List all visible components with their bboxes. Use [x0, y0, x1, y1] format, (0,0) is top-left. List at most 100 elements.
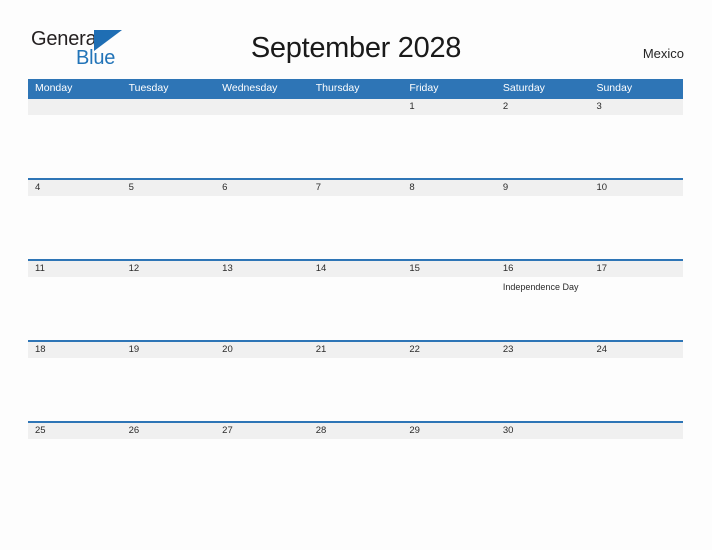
calendar-day-cell[interactable]: 3 [589, 99, 684, 178]
calendar-day-cell[interactable]: 15 [402, 261, 496, 340]
day-number: 11 [35, 263, 45, 274]
day-number: 20 [222, 344, 233, 355]
day-number-band: 19 [121, 342, 216, 358]
calendar-day-cell[interactable]: 19 [121, 342, 216, 421]
day-number-band: 11 [28, 261, 122, 277]
day-number: 9 [502, 182, 509, 193]
day-number-band [589, 423, 684, 439]
day-number-band: 1 [402, 99, 496, 115]
day-number-band: 15 [402, 261, 496, 277]
calendar-day-cell[interactable]: 21 [308, 342, 403, 421]
day-number-band: 21 [308, 342, 403, 358]
day-number: 5 [128, 182, 134, 193]
calendar-day-cell[interactable]: 28 [308, 423, 403, 502]
day-number-band: 28 [308, 423, 403, 439]
day-number: 14 [315, 263, 327, 274]
day-number-band: 3 [589, 99, 684, 115]
country-label: Mexico [642, 46, 684, 61]
day-number-band: 6 [215, 180, 309, 196]
calendar-day-cell-empty [589, 423, 684, 502]
calendar-day-cell[interactable]: 24 [589, 342, 684, 421]
day-number-band: 27 [215, 423, 309, 439]
day-number-band: 22 [402, 342, 496, 358]
calendar-day-cell[interactable]: 7 [308, 180, 403, 259]
calendar-day-cell[interactable]: 17 [589, 261, 684, 340]
day-number-band [28, 99, 122, 115]
calendar-day-cell[interactable]: 5 [121, 180, 216, 259]
day-number-band: 10 [589, 180, 684, 196]
calendar-day-cell[interactable]: 23 [495, 342, 590, 421]
calendar-week-row: 25 26 27 28 29 30 [28, 421, 684, 502]
calendar-day-cell[interactable]: 30 [495, 423, 590, 502]
day-number: 27 [222, 425, 233, 436]
day-number-band: 7 [308, 180, 403, 196]
day-number: 6 [222, 182, 228, 193]
weekday-header-saturday: Saturday [502, 82, 545, 94]
calendar-day-cell-empty [215, 99, 309, 178]
weekday-header-monday: Monday [35, 82, 73, 94]
calendar-day-cell[interactable]: 14 [308, 261, 403, 340]
calendar-day-cell[interactable]: 29 [402, 423, 496, 502]
weekday-header-friday: Friday [409, 82, 439, 94]
calendar-week-row: 4 5 6 7 8 9 10 [28, 178, 684, 259]
calendar-day-cell[interactable]: 2 [495, 99, 590, 178]
calendar-day-cell[interactable]: 18 [28, 342, 122, 421]
calendar-day-cell[interactable]: 8 [402, 180, 496, 259]
day-number-band: 14 [308, 261, 403, 277]
calendar-day-cell[interactable]: 10 [589, 180, 684, 259]
calendar-day-cell[interactable]: 1 [402, 99, 496, 178]
day-number: 19 [128, 344, 140, 355]
day-number: 21 [315, 344, 327, 355]
day-number: 25 [35, 425, 46, 436]
day-number-band: 5 [121, 180, 216, 196]
calendar-day-cell[interactable]: 6 [215, 180, 309, 259]
day-number: 29 [409, 425, 420, 436]
day-number: 15 [409, 263, 420, 274]
calendar-week-row: 11 12 13 14 15 16 Independence Day 17 [28, 259, 684, 340]
weekday-header-wednesday: Wednesday [222, 82, 278, 94]
calendar-day-cell[interactable]: 27 [215, 423, 309, 502]
day-number: 12 [128, 263, 140, 274]
day-number-band: 29 [402, 423, 496, 439]
day-number: 16 [502, 263, 514, 274]
day-number-band: 24 [589, 342, 684, 358]
day-number-band: 17 [589, 261, 684, 277]
day-number: 24 [596, 344, 608, 355]
calendar-page: General Blue September 2028 Mexico Monda… [0, 0, 712, 550]
calendar-week-row: 18 19 20 21 22 23 24 [28, 340, 684, 421]
day-number: 3 [596, 101, 602, 112]
day-number-band: 8 [402, 180, 496, 196]
day-number-band: 9 [495, 180, 590, 196]
calendar-day-cell[interactable]: 20 [215, 342, 309, 421]
day-number: 18 [35, 344, 46, 355]
calendar-day-cell-empty [28, 99, 122, 178]
day-number: 10 [596, 182, 608, 193]
day-number-band: 23 [495, 342, 590, 358]
day-number: 1 [409, 101, 415, 112]
day-number-band: 30 [495, 423, 590, 439]
day-number-band: 20 [215, 342, 309, 358]
day-number: 23 [502, 344, 514, 355]
calendar-day-cell[interactable]: 13 [215, 261, 309, 340]
day-number-band: 26 [121, 423, 216, 439]
calendar-day-cell[interactable]: 25 [28, 423, 122, 502]
calendar-day-cell[interactable]: 11 [28, 261, 122, 340]
calendar-day-cell[interactable]: 12 [121, 261, 216, 340]
day-number: 30 [502, 425, 514, 436]
day-number-band: 4 [28, 180, 122, 196]
day-number: 13 [222, 263, 233, 274]
calendar-day-cell[interactable]: 16 Independence Day [495, 261, 590, 340]
day-number: 2 [502, 101, 509, 112]
holiday-event[interactable]: Independence Day [503, 281, 585, 293]
calendar-day-cell[interactable]: 4 [28, 180, 122, 259]
day-number: 4 [35, 182, 41, 193]
calendar-day-cell[interactable]: 9 [495, 180, 590, 259]
day-number-band: 12 [121, 261, 216, 277]
day-number-band: 2 [495, 99, 590, 115]
page-title: September 2028 [250, 32, 462, 64]
day-number-band: 25 [28, 423, 122, 439]
calendar-day-cell[interactable]: 26 [121, 423, 216, 502]
day-number-band [121, 99, 216, 115]
calendar-body: 1 2 3 4 5 6 7 8 9 10 11 12 13 14 15 16 Independence Day 1… [28, 97, 684, 502]
calendar-day-cell[interactable]: 22 [402, 342, 496, 421]
